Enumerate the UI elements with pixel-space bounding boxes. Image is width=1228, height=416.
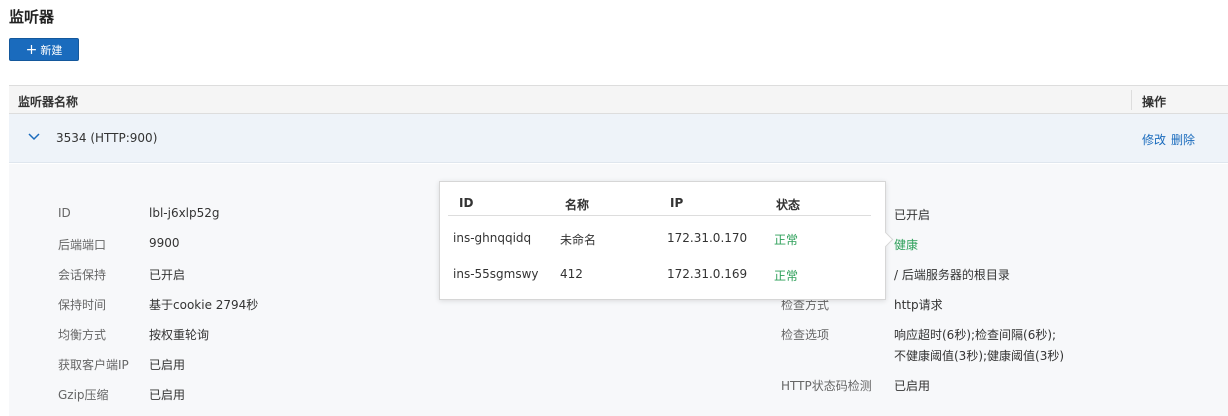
chevron-down-icon[interactable] — [27, 130, 41, 144]
check-method-key: 检查方式 — [781, 298, 830, 312]
column-divider — [1131, 90, 1132, 110]
delete-link[interactable]: 删除 — [1171, 131, 1195, 148]
http-code-check-key: HTTP状态码检测 — [781, 379, 872, 393]
detail-value: 已开启 — [149, 268, 186, 282]
detail-key: 会话保持 — [58, 268, 107, 282]
check-path-value: / 后端服务器的根目录 — [894, 268, 1010, 282]
popover-col-status: 状态 — [776, 198, 801, 212]
listener-name: 3534 (HTTP:900) — [56, 131, 158, 145]
server-ip: 172.31.0.170 — [667, 231, 748, 245]
detail-value: lbl-j6xlp52g — [149, 206, 220, 220]
detail-key: 后端端口 — [58, 238, 107, 252]
server-id: ins-ghnqqidq — [453, 231, 532, 245]
new-button-label: 新建 — [40, 43, 63, 57]
check-options-key: 检查选项 — [781, 328, 830, 342]
check-options-line1: 响应超时(6秒);检查间隔(6秒); — [894, 328, 1057, 342]
server-name: 未命名 — [560, 233, 597, 247]
backend-servers-popover: ID 名称 IP 状态 ins-ghnqqidq 未命名 172.31.0.17… — [439, 181, 886, 300]
detail-value: 按权重轮询 — [149, 328, 210, 342]
detail-value: 已启用 — [149, 388, 186, 402]
table-row: 3534 (HTTP:900) 修改 删除 — [9, 114, 1228, 163]
check-method-value: http请求 — [894, 298, 943, 312]
server-name: 412 — [560, 267, 583, 281]
row-actions: 修改 删除 — [1142, 131, 1195, 148]
column-header-name: 监听器名称 — [18, 95, 79, 109]
server-id: ins-55sgmswy — [453, 267, 539, 281]
plus-icon: + — [25, 41, 38, 58]
detail-value: 已启用 — [149, 358, 186, 372]
page-title: 监听器 — [9, 8, 55, 26]
detail-value: 基于cookie 2794秒 — [149, 298, 259, 312]
health-check-value: 已开启 — [894, 208, 931, 222]
http-code-check-value: 已启用 — [894, 379, 931, 393]
popover-col-name: 名称 — [565, 198, 590, 212]
detail-value: 9900 — [149, 236, 180, 250]
table-header: 监听器名称 操作 — [9, 86, 1228, 114]
server-status: 正常 — [774, 269, 799, 283]
server-status: 正常 — [774, 233, 799, 247]
detail-key: 均衡方式 — [58, 328, 107, 342]
column-header-ops: 操作 — [1142, 95, 1167, 109]
server-ip: 172.31.0.169 — [667, 267, 748, 281]
edit-link[interactable]: 修改 — [1142, 131, 1166, 148]
health-status: 健康 — [894, 238, 919, 252]
check-options-line2: 不健康阈值(3秒);健康阈值(3秒) — [894, 349, 1065, 363]
popover-header: ID 名称 IP 状态 — [448, 188, 871, 216]
detail-key: Gzip压缩 — [58, 388, 109, 402]
detail-key: ID — [58, 206, 71, 220]
popover-col-id: ID — [459, 196, 474, 210]
detail-key: 获取客户端IP — [58, 358, 129, 372]
popover-col-ip: IP — [670, 196, 684, 210]
new-listener-button[interactable]: + 新建 — [9, 38, 79, 61]
detail-key: 保持时间 — [58, 298, 107, 312]
